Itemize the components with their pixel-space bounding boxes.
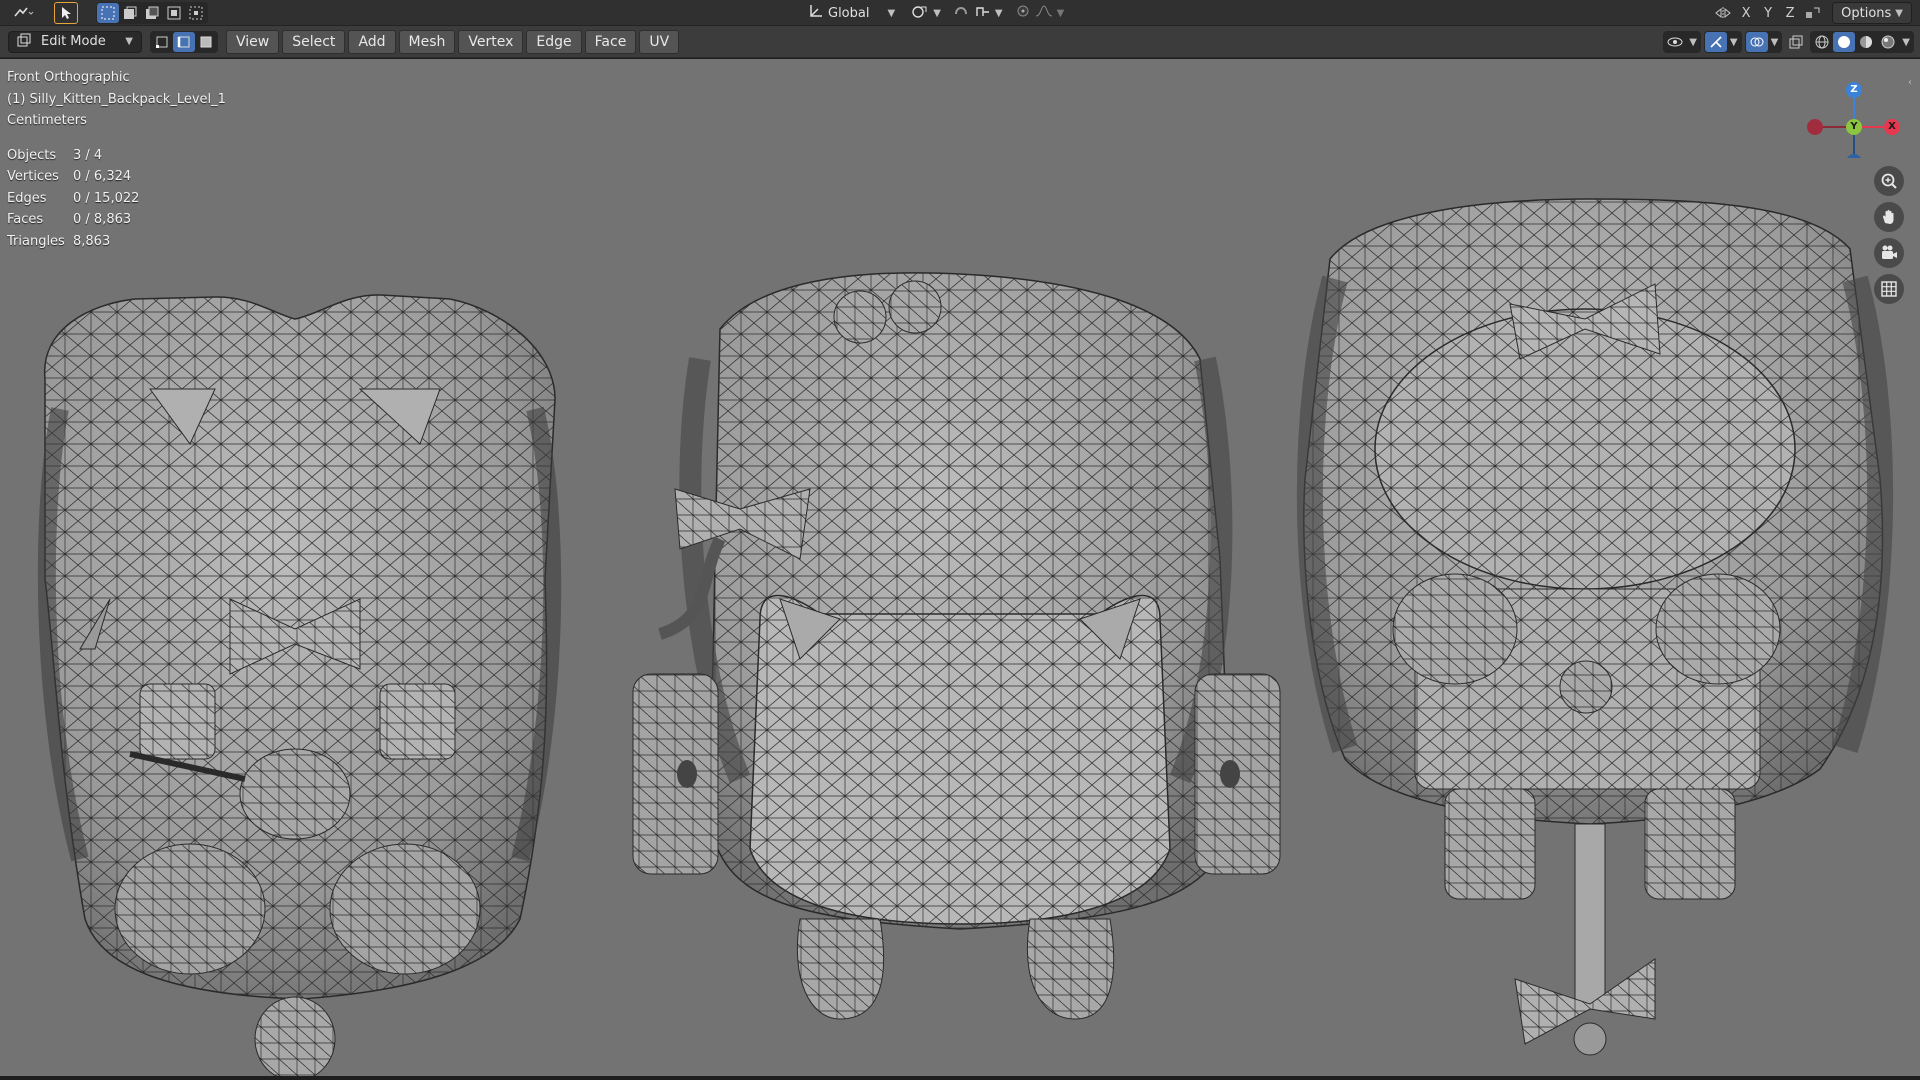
transform-orientation-icon (808, 4, 824, 22)
chevron-down-icon: ▼ (887, 7, 896, 19)
edge-select-icon[interactable] (173, 31, 195, 52)
snap-increment-icon (975, 4, 991, 22)
select-mode-group (96, 1, 208, 24)
select-cursor-icon[interactable] (54, 1, 78, 24)
mirror-axis-y[interactable]: Y (1758, 3, 1778, 23)
selectability-icon[interactable] (1664, 32, 1686, 52)
edit-mode-icon (17, 33, 31, 51)
zoom-icon[interactable] (1874, 166, 1904, 196)
select-box-icon[interactable] (97, 2, 119, 23)
backpack-cat-face-view[interactable] (1296, 198, 1894, 1056)
menu-edge[interactable]: Edge (526, 29, 582, 54)
proportional-edit-icon (1015, 4, 1031, 22)
pivot-point-dropdown[interactable]: ▼ (907, 2, 945, 24)
face-select-icon[interactable] (195, 32, 217, 52)
gizmo-group: ▼ (1703, 31, 1742, 53)
menu-face[interactable]: Face (584, 29, 637, 54)
stat-vertices: Vertices 0 / 6,324 (7, 169, 132, 184)
selection-mode-group (150, 30, 218, 53)
options-label: Options (1841, 5, 1892, 21)
active-object-name: (1) Silly_Kitten_Backpack_Level_1 (7, 91, 226, 107)
chevron-down-icon[interactable]: ▼ (1727, 37, 1741, 48)
menu-uv[interactable]: UV (639, 29, 680, 54)
sidebar-toggle-icon[interactable]: ‹ (1908, 77, 1918, 91)
backpack-back-view[interactable] (37, 294, 562, 1076)
3d-viewport[interactable]: Front Orthographic (1) Silly_Kitten_Back… (0, 59, 1920, 1076)
backpack-front-view[interactable] (632, 272, 1281, 1020)
chevron-down-icon: ▼ (1056, 7, 1065, 19)
gizmo-toggle-icon[interactable] (1704, 32, 1727, 52)
transform-orientation-label: Global (828, 5, 870, 21)
tool-settings-bar: Global ▼ ▼ ▼ ▼ X Y Z Options ▼ (0, 0, 1920, 26)
chevron-down-icon: ▼ (933, 7, 941, 19)
overlay-icon[interactable] (1745, 32, 1768, 52)
menu-mesh[interactable]: Mesh (398, 29, 456, 54)
chevron-down-icon[interactable]: ▼ (1899, 37, 1913, 48)
shading-solid-icon[interactable] (1833, 32, 1856, 52)
viewport-canvas (37, 198, 1894, 1076)
stat-triangles: Triangles 8,863 (7, 233, 111, 249)
stat-faces: Faces 0 / 8,863 (7, 212, 132, 227)
mirror-icon[interactable] (1712, 3, 1734, 23)
menu-add[interactable]: Add (348, 29, 396, 54)
view-name: Front Orthographic (7, 70, 130, 85)
navigation-gizmo[interactable]: Z Y X (1795, 68, 1900, 158)
chevron-down-icon: ▼ (125, 36, 133, 47)
select-intersect-icon[interactable] (185, 3, 207, 23)
stat-edges: Edges 0 / 15,022 (7, 190, 140, 206)
ortho-grid-icon[interactable] (1874, 274, 1904, 304)
mode-label: Edit Mode (41, 34, 106, 49)
overlay-group: ▼ (1744, 31, 1783, 53)
menu-view[interactable]: View (226, 29, 280, 54)
chevron-down-icon[interactable]: ▼ (1768, 37, 1782, 48)
pivot-point-icon (911, 4, 929, 22)
viewport-header: Edit Mode ▼ View Select Add Mesh Vertex … (0, 26, 1920, 58)
menu-vertex[interactable]: Vertex (458, 29, 524, 54)
snap-dropdown[interactable]: ▼ (948, 2, 1007, 24)
auto-merge-icon[interactable] (1802, 3, 1824, 23)
menu-select[interactable]: Select (282, 29, 346, 54)
stat-objects: Objects 3 / 4 (7, 147, 103, 163)
select-extend-icon[interactable] (119, 3, 141, 23)
gizmo-axis-y[interactable]: Y (1846, 119, 1862, 135)
camera-view-icon[interactable] (1874, 238, 1904, 268)
transform-orientation-dropdown[interactable]: Global ▼ (800, 2, 904, 24)
options-dropdown[interactable]: Options ▼ (1832, 2, 1912, 24)
shading-material-icon[interactable] (1855, 32, 1877, 52)
mode-dropdown[interactable]: Edit Mode ▼ (8, 30, 142, 53)
chevron-down-icon: ▼ (1895, 7, 1903, 19)
chevron-down-icon: ▼ (994, 7, 1003, 19)
mirror-axis-z[interactable]: Z (1780, 3, 1800, 23)
shading-wireframe-icon[interactable] (1811, 32, 1833, 52)
select-invert-icon[interactable] (163, 3, 185, 23)
status-bar-edge (0, 1076, 1920, 1080)
gizmo-axis-x[interactable]: X (1884, 119, 1900, 135)
snap-icon (953, 4, 971, 22)
pan-hand-icon[interactable] (1874, 202, 1904, 232)
chevron-down-icon[interactable]: ▼ (1686, 37, 1700, 48)
vertex-select-icon[interactable] (151, 32, 173, 52)
select-subtract-icon[interactable] (141, 3, 163, 23)
header-menus: View Select Add Mesh Vertex Edge Face UV (226, 29, 682, 54)
shading-group: ▼ (1810, 31, 1914, 53)
mirror-axis-x[interactable]: X (1736, 3, 1756, 23)
xray-toggle-icon[interactable] (1785, 32, 1807, 52)
visibility-group: ▼ (1663, 31, 1701, 53)
falloff-curve-icon (1035, 4, 1053, 22)
gizmo-axis-z[interactable]: Z (1846, 82, 1862, 98)
proportional-edit-dropdown[interactable]: ▼ (1010, 2, 1069, 24)
editor-type-icon[interactable] (6, 3, 40, 23)
unit-system: Centimeters (7, 113, 87, 128)
shading-rendered-icon[interactable] (1877, 32, 1899, 52)
viewport-info-overlay: Front Orthographic (1) Silly_Kitten_Back… (7, 67, 226, 252)
